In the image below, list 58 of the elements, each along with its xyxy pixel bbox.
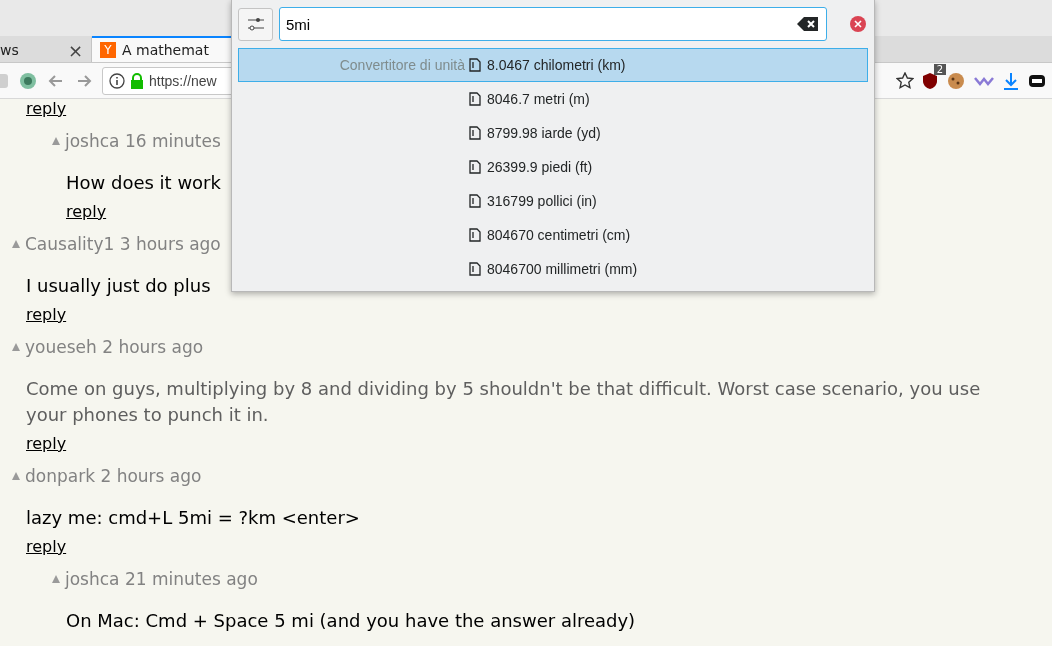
info-icon[interactable]: [109, 72, 125, 89]
upvote-arrow-icon[interactable]: [11, 342, 21, 352]
upvote-arrow-icon[interactable]: [51, 574, 61, 584]
result-text: 8046.7 metri (m): [487, 91, 590, 107]
upvote-arrow-icon[interactable]: [51, 136, 61, 146]
download-icon[interactable]: [1002, 70, 1020, 91]
result-item[interactable]: 8046700 millimetri (mm): [238, 252, 868, 286]
copy-icon: [469, 126, 481, 140]
tab-close-button[interactable]: ×: [67, 39, 83, 61]
copy-icon: [469, 228, 481, 242]
lock-icon: [130, 72, 144, 89]
result-text: 26399.9 piedi (ft): [487, 159, 593, 175]
browser-tab[interactable]: ws ×: [0, 36, 92, 62]
extension-badge: 2: [933, 63, 946, 75]
comment-meta: youeseh 2 hours ago: [25, 337, 204, 357]
result-item[interactable]: 8799.98 iarde (yd): [238, 116, 868, 150]
comment-text: Come on guys, multiplying by 8 and dividing by 5 shouldn't be that difficult. Worst case scenario, you use your phones to punch it in.: [26, 377, 981, 427]
result-item[interactable]: 8046.7 metri (m): [238, 82, 868, 116]
extension-icon[interactable]: [18, 70, 38, 91]
reply-link[interactable]: reply: [26, 536, 67, 558]
star-icon[interactable]: [896, 71, 914, 90]
cookie-icon[interactable]: [946, 70, 966, 91]
reply-link[interactable]: reply: [26, 433, 67, 455]
result-text: 8.0467 chilometri (km): [487, 57, 626, 73]
clear-icon[interactable]: [797, 16, 819, 32]
comment-text: I usually just do plus: [26, 274, 211, 298]
comment-text: lazy me: cmd+L 5mi = ?km <enter>: [26, 506, 360, 530]
shield-icon[interactable]: [922, 71, 938, 90]
result-item[interactable]: 316799 pollici (in): [238, 184, 868, 218]
comment-text: On Mac: Cmd + Space 5 mi (and you have the answer already): [66, 609, 636, 633]
upvote-arrow-icon[interactable]: [11, 471, 21, 481]
comment-meta: joshca 21 minutes ago: [65, 569, 258, 589]
comment-meta: Causality1 3 hours ago: [25, 234, 221, 254]
result-text: 804670 centimetri (cm): [487, 227, 631, 243]
reply-link[interactable]: reply: [26, 304, 67, 326]
comment-meta: joshca 16 minutes: [65, 131, 221, 151]
upvote-arrow-icon[interactable]: [11, 239, 21, 249]
result-item[interactable]: 804670 centimetri (cm): [238, 218, 868, 252]
sliders-icon: [246, 16, 265, 32]
result-category: Convertitore di unità: [338, 57, 465, 73]
copy-icon: [469, 58, 481, 72]
settings-button[interactable]: [238, 7, 273, 41]
copy-icon: [469, 92, 481, 106]
reply-link[interactable]: reply: [66, 201, 107, 223]
comment-meta: donpark 2 hours ago: [25, 466, 202, 486]
comment-text: How does it work: [66, 171, 221, 195]
result-text: 8046700 millimetri (mm): [487, 261, 638, 277]
result-item[interactable]: 26399.9 piedi (ft): [238, 150, 868, 184]
close-icon[interactable]: [849, 15, 867, 33]
copy-icon: [469, 160, 481, 174]
copy-icon: [469, 262, 481, 276]
reply-link[interactable]: reply: [26, 98, 67, 120]
result-text: 316799 pollici (in): [487, 193, 597, 209]
site-favicon: Y: [100, 42, 116, 58]
search-field[interactable]: 5mi: [279, 7, 827, 41]
result-item[interactable]: Convertitore di unità 8.0467 chilometri (km): [238, 48, 868, 82]
copy-icon: [469, 194, 481, 208]
result-text: 8799.98 iarde (yd): [487, 125, 601, 141]
